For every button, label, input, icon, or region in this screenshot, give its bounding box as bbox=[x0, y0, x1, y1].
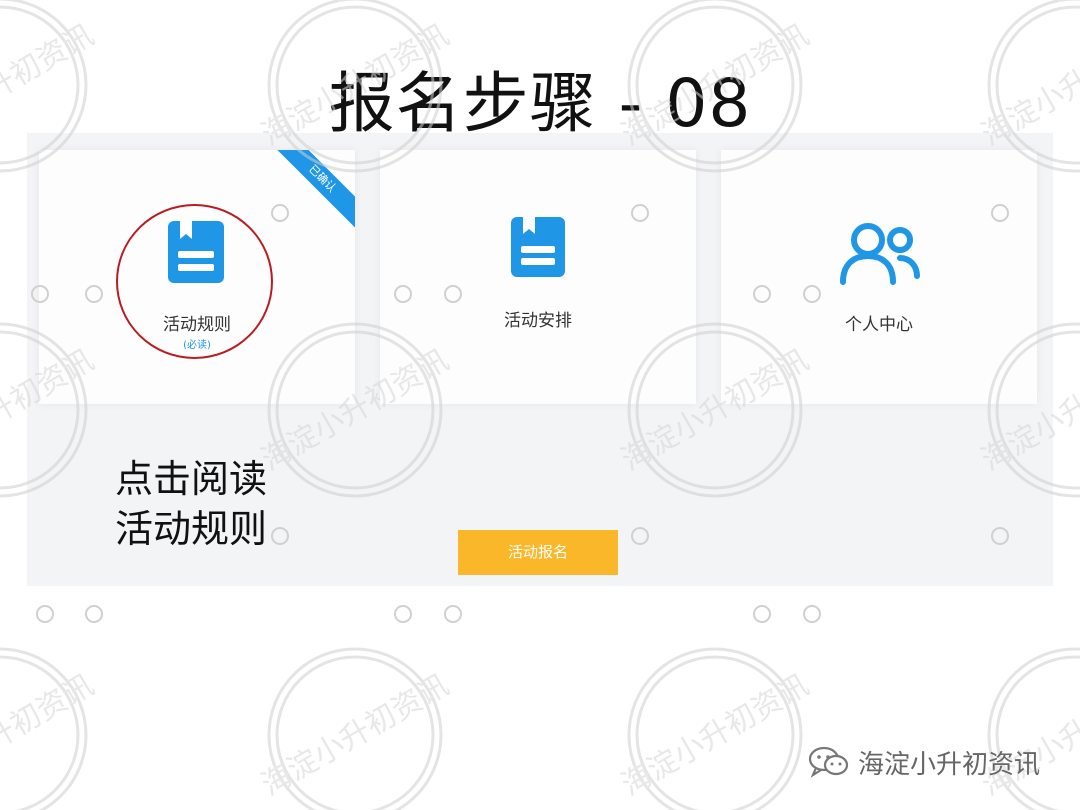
wechat-icon bbox=[808, 746, 849, 778]
users-icon bbox=[840, 223, 920, 285]
register-button[interactable]: 活动报名 bbox=[458, 530, 618, 575]
watermark-dot bbox=[753, 605, 771, 623]
book-icon bbox=[511, 217, 565, 277]
highlight-circle bbox=[116, 204, 273, 359]
confirmed-badge: 已确认 bbox=[261, 150, 355, 240]
watermark-dot bbox=[394, 605, 412, 623]
watermark-dot bbox=[803, 605, 821, 623]
watermark-text: 海淀小升初资讯 bbox=[256, 668, 455, 803]
instruction-text: 点击阅读 活动规则 bbox=[115, 454, 267, 554]
watermark-dot bbox=[85, 605, 103, 623]
instruction-line: 点击阅读 bbox=[115, 457, 268, 501]
watermark-dot bbox=[36, 605, 54, 623]
instruction-line: 活动规则 bbox=[115, 507, 268, 551]
slide-title: 报名步骤 - 08 bbox=[328, 65, 752, 142]
watermark-seal: 海淀小升初资讯 bbox=[616, 647, 815, 810]
watermark-text: 海淀小升初资讯 bbox=[616, 668, 815, 803]
watermark-text: 海淀小升初资讯 bbox=[0, 668, 100, 803]
card-label: 活动安排 bbox=[504, 311, 572, 331]
card-label: 个人中心 bbox=[845, 315, 913, 335]
footer-account-tag: 海淀小升初资讯 bbox=[808, 740, 1040, 784]
watermark-seal: 海淀小升初资讯 bbox=[976, 647, 1080, 810]
slide: 报名步骤 - 08 已确认 活动规则 (必读) 活动安排 个人中心 点击阅读 活… bbox=[0, 0, 1080, 810]
card-personal-center[interactable]: 个人中心 bbox=[721, 150, 1037, 404]
account-name: 海淀小升初资讯 bbox=[858, 749, 1041, 780]
card-activity-schedule[interactable]: 活动安排 bbox=[380, 150, 696, 404]
watermark-dot bbox=[444, 605, 462, 623]
watermark-seal: 海淀小升初资讯 bbox=[256, 647, 455, 810]
watermark-seal: 海淀小升初资讯 bbox=[0, 647, 100, 810]
